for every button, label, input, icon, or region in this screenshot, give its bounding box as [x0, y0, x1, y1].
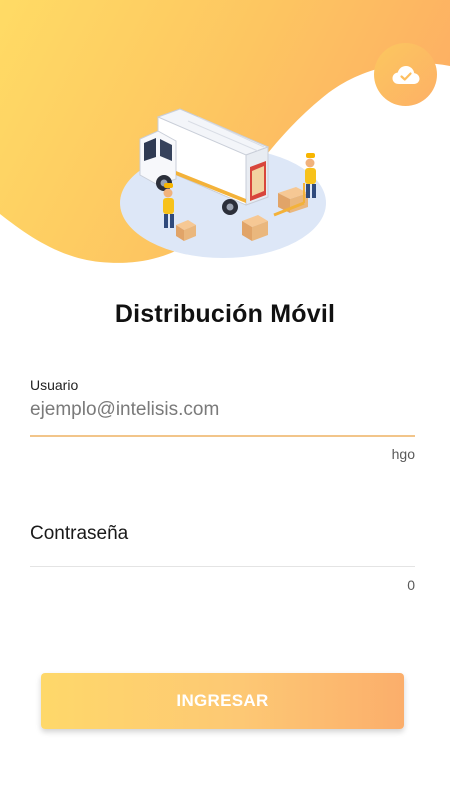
login-button[interactable]: INGRESAR	[41, 673, 404, 729]
password-input[interactable]	[30, 518, 415, 550]
login-screen: Distribución Móvil Usuario hgo 0 INGRESA…	[0, 0, 450, 800]
password-field: 0	[30, 500, 415, 593]
app-title: Distribución Móvil	[114, 300, 336, 328]
username-input[interactable]	[30, 394, 415, 426]
username-helper-text: hgo	[391, 446, 415, 462]
cloud-sync-button[interactable]	[374, 43, 437, 106]
username-field: Usuario hgo	[30, 376, 415, 462]
cloud-check-icon	[392, 65, 419, 84]
password-helper-text: 0	[407, 577, 415, 593]
password-underline	[30, 566, 415, 567]
username-label: Usuario	[30, 377, 79, 393]
username-underline	[30, 435, 415, 437]
password-label	[30, 500, 415, 518]
delivery-van-illustration	[120, 108, 326, 258]
